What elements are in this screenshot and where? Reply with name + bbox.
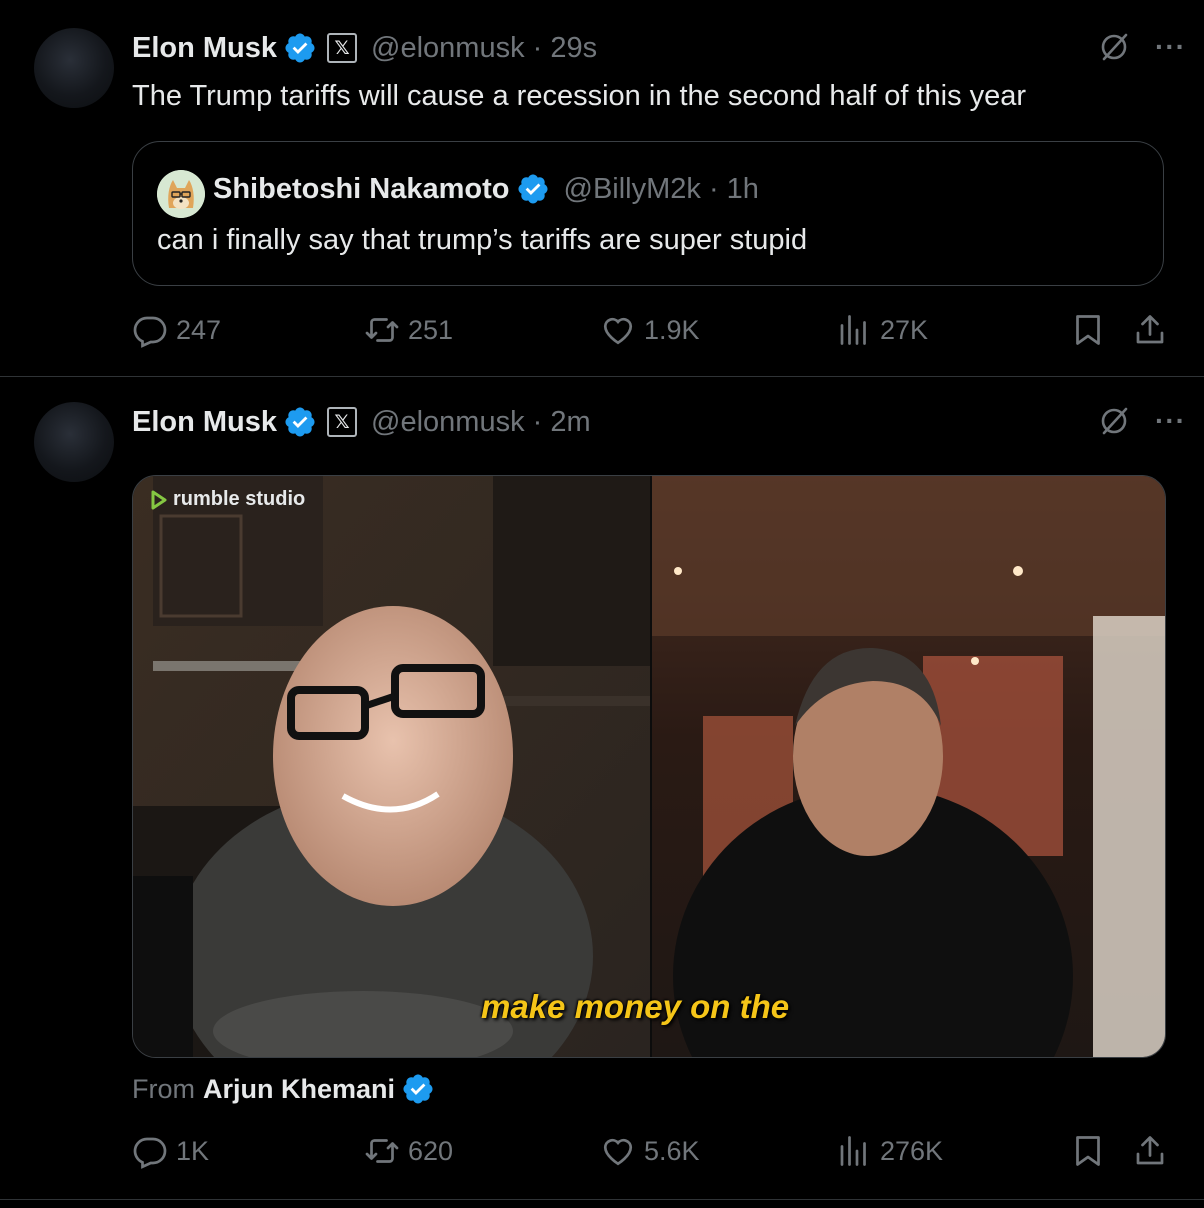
repost-icon — [365, 1139, 399, 1163]
reply-button[interactable]: 247 — [132, 312, 221, 348]
repost-icon — [365, 318, 399, 342]
quote-avatar[interactable] — [157, 170, 205, 218]
repost-count: 620 — [408, 1135, 454, 1166]
video-frame — [133, 476, 1165, 1057]
reply-button[interactable]: 1K — [132, 1133, 209, 1169]
more-options-icon[interactable]: ··· — [1155, 405, 1186, 437]
repost-count: 251 — [408, 314, 454, 345]
video-player[interactable]: rumble studio make money on the — [132, 475, 1166, 1058]
quote-handle-timestamp[interactable]: @BillyM2k · 1h — [564, 173, 759, 206]
quoted-tweet[interactable]: Shibetoshi Nakamoto @BillyM2k · 1h can i… — [132, 141, 1164, 286]
from-author-link[interactable]: Arjun Khemani — [203, 1074, 395, 1105]
views-chart-icon — [840, 315, 866, 345]
tweet-top-icons: ··· — [1097, 404, 1186, 438]
verified-badge-icon — [283, 405, 317, 439]
action-bar: 1K 620 5.6K 276K — [132, 1133, 1172, 1177]
bookmark-icon — [1076, 1136, 1100, 1166]
video-caption: make money on the — [481, 988, 790, 1025]
action-bar: 247 251 1.9K 27K — [132, 312, 1172, 356]
attribution: From Arjun Khemani — [132, 1072, 435, 1106]
avatar[interactable] — [34, 28, 114, 108]
share-icon — [1136, 1136, 1164, 1165]
watermark-text: rumble studio — [173, 488, 306, 510]
reply-icon — [133, 316, 167, 348]
rumble-logo-icon — [151, 490, 167, 509]
x-affiliate-badge-icon: 𝕏 — [327, 33, 358, 63]
avatar[interactable] — [34, 402, 114, 482]
handle-timestamp[interactable]: @elonmusk · 29s — [371, 32, 597, 65]
views-chart-icon — [840, 1136, 866, 1166]
like-count: 5.6K — [644, 1135, 700, 1166]
heart-icon — [603, 1138, 633, 1166]
tweet[interactable]: Elon Musk 𝕏 @elonmusk · 29s ··· The Trum… — [0, 0, 1204, 377]
verified-badge-icon — [516, 172, 550, 206]
handle-timestamp[interactable]: @elonmusk · 2m — [371, 406, 591, 439]
share-icon — [1136, 315, 1164, 344]
grok-icon[interactable] — [1097, 30, 1131, 64]
x-affiliate-badge-icon: 𝕏 — [327, 407, 358, 437]
quote-author-name[interactable]: Shibetoshi Nakamoto — [213, 173, 510, 206]
view-count: 276K — [880, 1135, 944, 1166]
reply-count: 247 — [176, 314, 222, 345]
tweet-header: Elon Musk 𝕏 @elonmusk · 2m — [132, 402, 591, 442]
bookmark-icon — [1076, 315, 1100, 345]
more-options-icon[interactable]: ··· — [1155, 31, 1186, 63]
rumble-watermark: rumble studio — [147, 488, 305, 511]
bookmark-button[interactable] — [1070, 1133, 1114, 1169]
bookmark-button[interactable] — [1070, 312, 1114, 348]
grok-icon[interactable] — [1097, 404, 1131, 438]
like-button[interactable]: 5.6K — [600, 1133, 700, 1169]
like-count: 1.9K — [644, 314, 700, 345]
verified-badge-icon — [401, 1072, 435, 1106]
shiba-avatar-icon — [157, 170, 205, 218]
tweet-top-icons: ··· — [1097, 30, 1186, 64]
tweet-text: The Trump tariffs will cause a recession… — [132, 80, 1027, 112]
views-button[interactable]: 276K — [836, 1133, 943, 1169]
views-button[interactable]: 27K — [836, 312, 928, 348]
from-label: From — [132, 1073, 195, 1104]
repost-button[interactable]: 251 — [364, 312, 453, 348]
share-button[interactable] — [1132, 312, 1176, 348]
repost-button[interactable]: 620 — [364, 1133, 453, 1169]
view-count: 27K — [880, 314, 929, 345]
like-button[interactable]: 1.9K — [600, 312, 700, 348]
quote-header: Shibetoshi Nakamoto @BillyM2k · 1h — [213, 172, 759, 206]
reply-count: 1K — [176, 1135, 210, 1166]
reply-icon — [133, 1137, 167, 1169]
tweet-header: Elon Musk 𝕏 @elonmusk · 29s — [132, 28, 597, 68]
share-button[interactable] — [1132, 1133, 1176, 1169]
heart-icon — [603, 317, 633, 345]
author-name[interactable]: Elon Musk — [132, 32, 277, 65]
tweet[interactable]: Elon Musk 𝕏 @elonmusk · 2m ··· rumble st… — [0, 377, 1204, 1200]
quote-text: can i finally say that trump’s tariffs a… — [157, 224, 808, 256]
author-name[interactable]: Elon Musk — [132, 406, 277, 439]
verified-badge-icon — [283, 31, 317, 65]
